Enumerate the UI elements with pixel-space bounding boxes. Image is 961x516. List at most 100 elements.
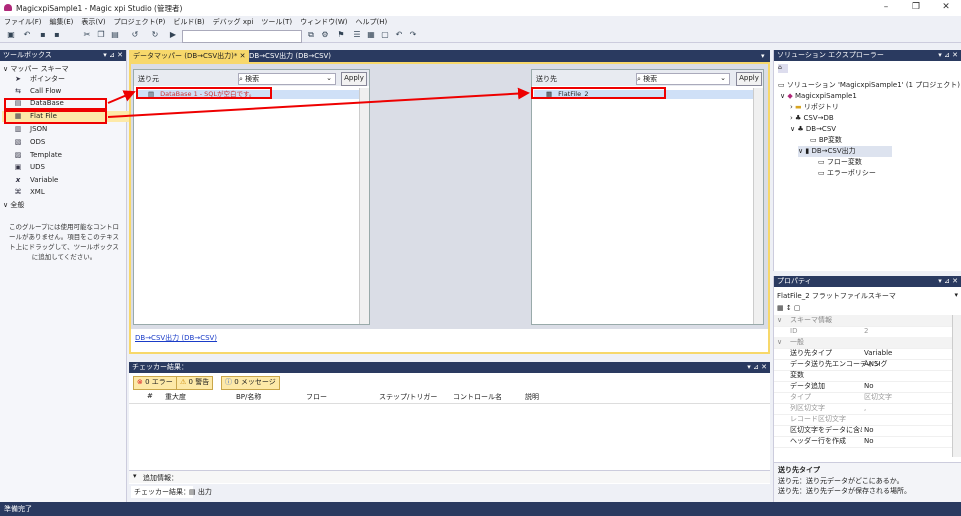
run-icon[interactable]: ▶ <box>168 30 178 40</box>
solution-item-bp-vars[interactable]: ▭ BP変数 <box>810 135 842 146</box>
menu-build[interactable]: ビルド(B) <box>169 16 208 28</box>
toolbox-item-json[interactable]: ▥ JSON <box>14 124 48 135</box>
flow-icon: ♣ <box>797 125 804 133</box>
messages-filter-button[interactable]: ⓘ 0 メッセージ <box>221 376 280 390</box>
menu-edit[interactable]: 編集(E) <box>46 16 78 28</box>
solution-item-db-csv[interactable]: ∨ ♣ DB→CSV <box>790 124 836 135</box>
solution-icon: ▭ <box>778 81 785 89</box>
open-icon[interactable]: ↶ <box>22 30 32 40</box>
maximize-icon[interactable]: ❐ <box>906 2 926 12</box>
item-label: リポジトリ <box>803 103 839 111</box>
sort-icons[interactable]: ▦ ↕ ▢ <box>777 304 801 312</box>
toolbox-item-ods[interactable]: ▧ ODS <box>14 137 46 148</box>
toolbox-item-template[interactable]: ▨ Template <box>14 150 62 161</box>
prop-key: ID <box>790 327 798 335</box>
tab-output[interactable]: ▤ 出力 <box>189 487 212 497</box>
flag-icon[interactable]: ⚑ <box>336 30 346 40</box>
chevron-down-icon[interactable]: ▾ <box>954 291 958 299</box>
source-apply-button[interactable]: Apply <box>341 72 367 86</box>
col-severity[interactable]: 重大度 <box>165 392 186 402</box>
menu-file[interactable]: ファイル(F) <box>0 16 46 28</box>
object-selector[interactable]: FlatFile_2 フラットファイルスキーマ ▾ <box>777 291 958 301</box>
solution-header: ソリューション エクスプローラー ▾ ⊿ ✕ <box>774 50 961 61</box>
col-control[interactable]: コントロール名 <box>453 392 502 402</box>
align-icon[interactable]: ☰ <box>352 30 362 40</box>
col-description[interactable]: 説明 <box>525 392 539 402</box>
chevron-down-icon[interactable]: ⌄ <box>720 74 726 82</box>
config-combo[interactable] <box>182 30 302 43</box>
solution-item-flow-vars[interactable]: ▭ フロー変数 <box>818 157 862 168</box>
grid-icon[interactable]: ▦ <box>366 30 376 40</box>
save-icon[interactable]: ▪ <box>38 30 48 40</box>
solution-root[interactable]: ▭ ソリューション 'MagicxpiSample1' (1 プロジェクト) <box>778 80 960 91</box>
dest-apply-button[interactable]: Apply <box>736 72 762 86</box>
toolbox-item-variable[interactable]: x Variable <box>14 175 59 186</box>
redo-icon[interactable]: ↻ <box>150 30 160 40</box>
warnings-filter-button[interactable]: ⚠ 0 警告 <box>176 376 214 390</box>
pin-icon[interactable]: ▾ ⊿ ✕ <box>103 50 123 61</box>
solution-item-csv-db[interactable]: › ♣ CSV→DB <box>790 113 834 124</box>
minimize-icon[interactable]: – <box>876 2 896 12</box>
prop-value: No <box>864 426 874 434</box>
prop-row-header-line[interactable]: ヘッダー行を作成 No <box>774 436 953 448</box>
props-scrollbar[interactable] <box>952 315 961 457</box>
project-node[interactable]: ∨ ◆ MagicxpiSample1 <box>780 91 857 102</box>
source-search-input[interactable]: ⌕ 検索 ⌄ <box>238 73 336 85</box>
cut-icon[interactable]: ✂ <box>82 30 92 40</box>
pin-icon[interactable]: ▾ ⊿ ✕ <box>938 276 958 287</box>
copy-icon[interactable]: ❐ <box>96 30 106 40</box>
chevron-down-icon[interactable]: ⌄ <box>326 74 332 82</box>
source-scrollbar[interactable] <box>359 88 369 324</box>
menu-tools[interactable]: ツール(T) <box>257 16 296 28</box>
menu-window[interactable]: ウィンドウ(W) <box>296 16 351 28</box>
new-icon[interactable]: ▣ <box>6 30 16 40</box>
save-all-icon[interactable]: ▪ <box>52 30 62 40</box>
redo2-icon[interactable]: ↷ <box>408 30 418 40</box>
col-step[interactable]: ステップ/トリガー <box>379 392 437 402</box>
toolbox-group-mapper[interactable]: ∨ マッパー スキーマ <box>3 64 69 74</box>
properties-icon[interactable]: ⚙ <box>320 30 330 40</box>
tab-data-mapper[interactable]: データマッパー (DB→CSV出力)* ✕ <box>129 50 250 62</box>
find-icon[interactable]: ⧉ <box>306 30 316 40</box>
tab-db-csv[interactable]: DB→CSV出力 (DB→CSV) <box>245 50 335 62</box>
window-title: MagicxpiSample1 - Magic xpi Studio (管理者) <box>16 4 183 13</box>
tab-checker-results[interactable]: チェッカー結果： <box>131 486 193 498</box>
breadcrumb-bar: DB→CSV出力 (DB→CSV) <box>131 329 768 352</box>
tab-overflow-icon[interactable]: ▾ <box>757 50 769 62</box>
menu-view[interactable]: 表示(V) <box>77 16 109 28</box>
item-label: BP変数 <box>818 136 842 144</box>
dest-search-input[interactable]: ⌕ 検索 ⌄ <box>636 73 730 85</box>
col-number[interactable]: # <box>147 392 153 400</box>
toolbox-item-callflow[interactable]: ⇆ Call Flow <box>14 86 61 97</box>
close-icon[interactable]: ✕ <box>936 2 956 12</box>
col-bp-name[interactable]: BP/名称 <box>236 392 261 402</box>
errors-filter-button[interactable]: ⊗ 0 エラー <box>133 376 177 390</box>
box-icon[interactable]: ▢ <box>380 30 390 40</box>
toolbar: ▣ ↶ ▪ ▪ ✂ ❐ ▤ ↺ ↻ ▶ ⧉ ⚙ ⚑ ☰ ▦ ▢ ↶ ↷ <box>0 28 961 43</box>
solution-item-error-policy[interactable]: ▭ エラーポリシー <box>818 168 876 179</box>
undo-icon[interactable]: ↺ <box>130 30 140 40</box>
menu-help[interactable]: ヘルプ(H) <box>352 16 392 28</box>
pin-icon[interactable]: ▾ ⊿ ✕ <box>747 362 767 373</box>
menu-debug[interactable]: デバッグ xpi <box>209 16 258 28</box>
prop-key: スキーマ情報 <box>790 316 832 324</box>
chevron-down-icon[interactable]: ▾ <box>133 472 137 480</box>
menu-project[interactable]: プロジェクト(P) <box>110 16 170 28</box>
dest-scrollbar[interactable] <box>753 88 763 324</box>
item-label: DB→CSV <box>805 125 837 133</box>
col-flow[interactable]: フロー <box>306 392 327 402</box>
prop-value: 2 <box>864 327 869 335</box>
undo2-icon[interactable]: ↶ <box>394 30 404 40</box>
toolbox-item-xml[interactable]: ⌘ XML <box>14 187 45 198</box>
toolbox-item-pointer[interactable]: ➤ ポインター <box>14 74 65 85</box>
toolbox-group-general[interactable]: ∨ 全般 <box>3 200 24 210</box>
extra-info-bar[interactable]: ▾ 追加情報： <box>129 470 770 483</box>
breadcrumb[interactable]: DB→CSV出力 (DB→CSV) <box>135 333 217 343</box>
pin-icon[interactable]: ▾ ⊿ ✕ <box>938 50 958 61</box>
paste-icon[interactable]: ▤ <box>110 30 120 40</box>
home-icon[interactable]: ⌂ <box>778 64 788 73</box>
solution-item-repository[interactable]: › ▬ リポジトリ <box>790 102 839 113</box>
toolbox-item-uds[interactable]: ▣ UDS <box>14 162 45 173</box>
tab-label: データマッパー (DB→CSV出力)* <box>133 52 238 60</box>
solution-item-db-csv-output[interactable]: ∨ ▮ DB→CSV出力 <box>798 146 892 157</box>
